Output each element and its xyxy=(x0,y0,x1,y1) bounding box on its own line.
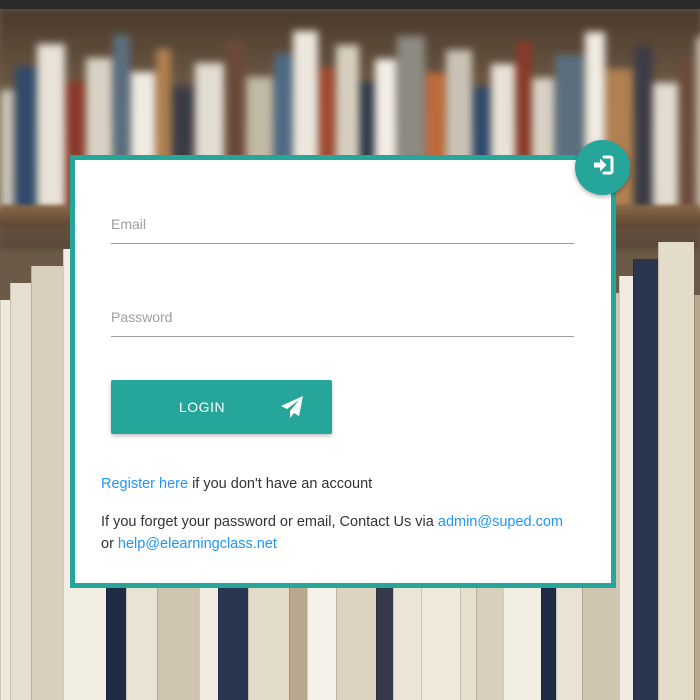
forget-prefix: If you forget your password or email, Co… xyxy=(101,514,438,530)
email-field[interactable] xyxy=(111,196,574,244)
register-link[interactable]: Register here xyxy=(101,476,188,492)
contact-text: If you forget your password or email, Co… xyxy=(101,511,601,555)
or-text: or xyxy=(101,536,118,552)
password-field-wrapper xyxy=(111,289,574,337)
login-card: LOGIN Register here if you don't have an… xyxy=(70,155,616,588)
sign-in-icon xyxy=(591,154,615,181)
sign-in-button[interactable] xyxy=(575,140,630,195)
password-field[interactable] xyxy=(111,289,574,337)
help-email-link[interactable]: help@elearningclass.net xyxy=(118,536,277,552)
login-button-label: LOGIN xyxy=(179,399,226,415)
paper-plane-icon xyxy=(279,394,305,420)
login-button[interactable]: LOGIN xyxy=(111,380,332,434)
admin-email-link[interactable]: admin@suped.com xyxy=(438,514,563,530)
email-field-wrapper xyxy=(111,196,574,244)
top-bar xyxy=(0,0,700,9)
register-text: Register here if you don't have an accou… xyxy=(101,473,372,495)
register-suffix: if you don't have an account xyxy=(188,476,373,492)
